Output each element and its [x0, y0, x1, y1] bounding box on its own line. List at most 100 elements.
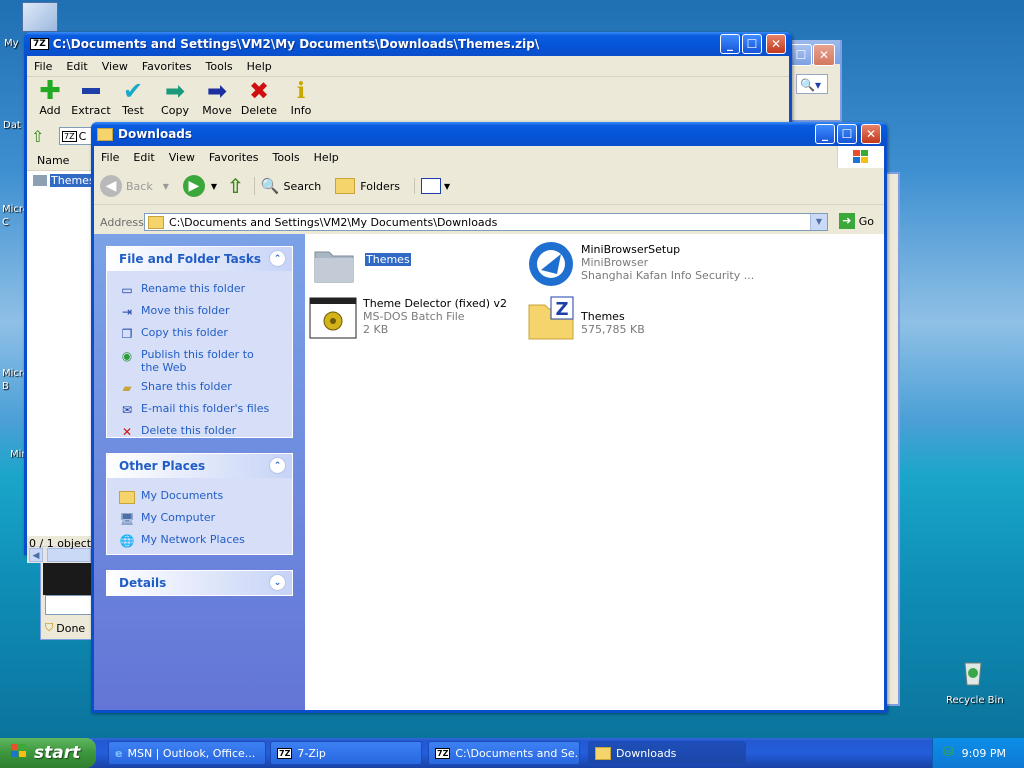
task-move-folder[interactable]: ⇥ Move this folder: [107, 301, 292, 323]
list-item[interactable]: Themes: [27, 174, 97, 187]
extract-button[interactable]: Extract: [69, 78, 113, 117]
up-folder-icon[interactable]: ⇧: [31, 127, 44, 146]
arrow-right-icon: ➡: [206, 77, 228, 105]
menu-help[interactable]: Help: [307, 151, 346, 164]
menu-edit[interactable]: Edit: [59, 60, 94, 73]
collapse-icon[interactable]: ⌃: [269, 457, 286, 474]
copy-button[interactable]: ➡ Copy: [155, 78, 195, 117]
delete-button[interactable]: ✖ Delete: [239, 78, 279, 117]
expand-icon[interactable]: ⌄: [269, 574, 286, 591]
place-my-network-places[interactable]: 🌐 My Network Places: [107, 530, 292, 552]
publish-icon: ◉: [121, 348, 133, 363]
search-button[interactable]: 🔍 Search: [253, 177, 321, 195]
menu-tools[interactable]: Tools: [199, 60, 240, 73]
address-dropdown-button[interactable]: ▼: [810, 214, 827, 230]
desktop-icon-label: Micro B: [2, 368, 29, 392]
start-label: start: [34, 743, 81, 763]
windows-logo-icon: [837, 146, 884, 168]
explorer-titlebar[interactable]: Downloads _ ☐ ✕: [91, 122, 887, 146]
file-view: Themes MiniBrowserSetup MiniBrowser Shan…: [305, 234, 884, 710]
maximize-button[interactable]: ☐: [837, 124, 857, 144]
my-computer-desktop-icon[interactable]: [22, 2, 58, 32]
place-label: My Documents: [141, 489, 224, 502]
panel-header[interactable]: File and Folder Tasks ⌃: [107, 247, 292, 271]
taskbar-button-zip-path[interactable]: 7Z C:\Documents and Se...: [428, 741, 580, 765]
7zip-titlebar[interactable]: 7Z C:\Documents and Settings\VM2\My Docu…: [24, 32, 792, 56]
search-icon[interactable]: 🔍▾: [796, 74, 828, 94]
minimize-button[interactable]: _: [815, 124, 835, 144]
explorer-body: File and Folder Tasks ⌃ ▭ Rename this fol…: [94, 234, 884, 710]
task-delete-folder[interactable]: ✕ Delete this folder: [107, 421, 292, 443]
menu-file[interactable]: File: [94, 151, 126, 164]
back-arrow-icon: ◀: [100, 175, 122, 197]
place-my-documents[interactable]: My Documents: [107, 486, 292, 508]
taskbar-button-7zip[interactable]: 7Z 7-Zip: [270, 741, 422, 765]
back-button[interactable]: ◀ Back ▼: [100, 175, 169, 197]
start-button[interactable]: start: [0, 738, 96, 768]
panel-header[interactable]: Other Places ⌃: [107, 454, 292, 478]
menu-edit[interactable]: Edit: [126, 151, 161, 164]
chevron-down-icon: ▼: [210, 181, 218, 191]
task-share-folder[interactable]: ▰ Share this folder: [107, 377, 292, 399]
7zip-app-icon: 7Z: [30, 38, 49, 50]
info-button[interactable]: i Info: [281, 78, 321, 117]
menu-favorites[interactable]: Favorites: [202, 151, 266, 164]
menu-file[interactable]: File: [27, 60, 59, 73]
menu-tools[interactable]: Tools: [266, 151, 307, 164]
menu-help[interactable]: Help: [240, 60, 279, 73]
collapse-icon[interactable]: ⌃: [269, 250, 286, 267]
close-button[interactable]: ✕: [766, 34, 786, 54]
task-email-files[interactable]: ✉ E-mail this folder's files: [107, 399, 292, 421]
task-rename-folder[interactable]: ▭ Rename this folder: [107, 279, 292, 301]
clock[interactable]: 9:09 PM: [962, 747, 1006, 760]
panel-header[interactable]: Details ⌄: [107, 571, 292, 595]
window-title: Downloads: [118, 127, 193, 141]
place-label: My Network Places: [141, 533, 245, 546]
panel-title: Other Places: [119, 459, 206, 473]
menu-favorites[interactable]: Favorites: [135, 60, 199, 73]
batch-file-icon: [309, 294, 357, 342]
column-header-name[interactable]: Name: [27, 150, 97, 171]
close-button[interactable]: ✕: [813, 44, 835, 66]
file-item-minibrowsersetup[interactable]: MiniBrowserSetup MiniBrowser Shanghai Ka…: [527, 240, 754, 288]
up-button[interactable]: ⇧: [227, 174, 244, 198]
recycle-bin-icon[interactable]: [958, 657, 988, 687]
taskbar-button-msn[interactable]: e MSN | Outlook, Office...: [108, 741, 266, 765]
test-label: Test: [122, 104, 144, 117]
address-field[interactable]: C:\Documents and Settings\VM2\My Documen…: [144, 213, 828, 231]
menu-view[interactable]: View: [95, 60, 135, 73]
panel-title: Details: [119, 576, 167, 590]
maximize-button[interactable]: ☐: [790, 44, 812, 66]
forward-button[interactable]: ▶ ▼: [182, 175, 218, 197]
place-my-computer[interactable]: 🖥 My Computer: [107, 508, 292, 530]
file-type: MS-DOS Batch File: [363, 310, 465, 323]
minimize-button[interactable]: _: [720, 34, 740, 54]
add-button[interactable]: ✚ Add: [31, 78, 69, 117]
desktop-icon-label: Micro C: [2, 204, 29, 228]
menu-view[interactable]: View: [162, 151, 202, 164]
file-item-theme-delector[interactable]: Theme Delector (fixed) v2 MS-DOS Batch F…: [309, 294, 507, 342]
test-button[interactable]: ✔ Test: [113, 78, 153, 117]
views-button[interactable]: ▼: [414, 178, 450, 194]
folder-icon: [148, 215, 164, 229]
ie-icon: e: [115, 746, 123, 760]
taskbar-button-downloads[interactable]: Downloads: [588, 741, 746, 765]
path-text: C: [78, 129, 87, 143]
move-button[interactable]: ➡ Move: [197, 78, 237, 117]
window-title: C:\Documents and Settings\VM2\My Documen…: [52, 37, 540, 51]
task-publish-folder[interactable]: ◉ Publish this folder to the Web: [107, 345, 292, 377]
close-button[interactable]: ✕: [861, 124, 881, 144]
file-item-themes-folder[interactable]: Themes: [311, 240, 411, 288]
file-item-themes-zip[interactable]: Z Themes 575,785 KB: [527, 294, 645, 342]
info-label: Info: [290, 104, 312, 117]
explorer-window: Downloads _ ☐ ✕ File Edit View Favorites…: [91, 122, 887, 713]
move-icon: ⇥: [121, 304, 133, 319]
explorer-toolbar: ◀ Back ▼ ▶ ▼ ⇧ 🔍 Search Folders ▼: [94, 168, 884, 205]
folder-icon: [119, 489, 135, 505]
maximize-button[interactable]: ☐: [742, 34, 762, 54]
task-copy-folder[interactable]: ❐ Copy this folder: [107, 323, 292, 345]
go-button[interactable]: ➜ Go: [838, 213, 874, 229]
network-tray-icon[interactable]: ⛁: [943, 745, 954, 760]
address-label: Address: [100, 215, 144, 229]
folders-button[interactable]: Folders: [335, 178, 400, 194]
